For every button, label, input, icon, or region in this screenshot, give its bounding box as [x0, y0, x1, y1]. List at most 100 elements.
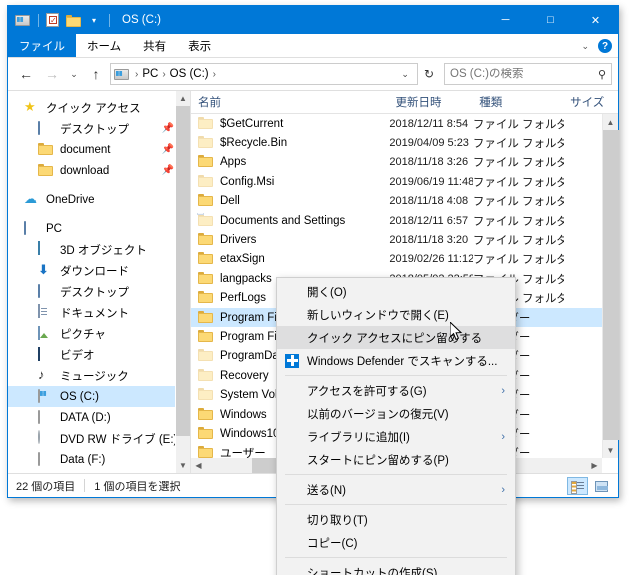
breadcrumb-bar[interactable]: › PC › OS (C:) › ⌄	[110, 63, 418, 85]
file-name-cell[interactable]: etaxSign	[191, 251, 389, 267]
sidebar-item-desktop-qa[interactable]: デスクトップ 📌	[8, 118, 190, 139]
tab-view[interactable]: 表示	[177, 34, 222, 57]
sidebar-item-music[interactable]: ♪ ミュージック	[8, 365, 190, 386]
menu-item[interactable]: クイック アクセスにピン留めする	[277, 326, 515, 349]
maximize-button[interactable]: □	[528, 6, 573, 34]
nav-scroll-down-icon[interactable]: ▼	[176, 458, 190, 473]
cloud-icon: ☁	[24, 190, 37, 206]
sidebar-item-pc[interactable]: PC	[8, 218, 190, 239]
sidebar-item-downloads[interactable]: ⬇ ダウンロード	[8, 260, 190, 281]
sidebar-item-3d-objects[interactable]: 3D オブジェクト	[8, 239, 190, 260]
file-name-cell[interactable]: Config.Msi	[191, 174, 389, 190]
sidebar-item-documents[interactable]: ドキュメント	[8, 302, 190, 323]
sidebar-item-os-c[interactable]: OS (C:)	[8, 386, 190, 407]
sidebar-item-data-d[interactable]: DATA (D:)	[8, 407, 190, 428]
menu-item[interactable]: 開く(O)	[277, 280, 515, 303]
new-folder-icon[interactable]	[66, 12, 82, 28]
back-button[interactable]: ←	[14, 62, 38, 86]
tab-home[interactable]: ホーム	[76, 34, 132, 57]
sidebar-item-data-f[interactable]: Data (F:)	[8, 449, 190, 470]
menu-item[interactable]: 新しいウィンドウで開く(E)	[277, 303, 515, 326]
file-name-cell[interactable]: Apps	[191, 154, 389, 170]
search-box[interactable]: ⚲	[444, 63, 612, 85]
minimize-button[interactable]: ─	[483, 6, 528, 34]
file-name-cell[interactable]: Dell	[191, 193, 389, 209]
sidebar-item-videos[interactable]: ビデオ	[8, 344, 190, 365]
menu-item[interactable]: ライブラリに追加(I) ›	[277, 425, 515, 448]
sidebar-item-onedrive[interactable]: ☁ OneDrive	[8, 189, 190, 210]
search-icon[interactable]: ⚲	[598, 68, 606, 81]
sidebar-item-dvd-e[interactable]: DVD RW ドライブ (E:)	[8, 428, 190, 449]
details-view-button[interactable]	[567, 477, 588, 495]
close-button[interactable]: ✕	[573, 6, 618, 34]
sidebar-item-desktop[interactable]: デスクトップ	[8, 281, 190, 302]
file-type-cell: ファイル フォルダー	[472, 235, 564, 248]
tab-file[interactable]: ファイル	[8, 34, 76, 57]
menu-item[interactable]: スタートにピン留めする(P)	[277, 448, 515, 471]
sidebar-item-quick-access[interactable]: ★ クイック アクセス	[8, 97, 190, 118]
nav-scroll-up-icon[interactable]: ▲	[176, 91, 190, 106]
tab-share[interactable]: 共有	[132, 34, 177, 57]
pin-icon[interactable]: 📌	[162, 144, 174, 155]
table-row[interactable]: Apps 2018/11/18 3:26ファイル フォルダー	[191, 153, 618, 172]
file-name-cell[interactable]: Documents and Settings	[191, 212, 389, 229]
pin-icon[interactable]: 📌	[162, 165, 174, 176]
nav-scroll-thumb[interactable]	[176, 106, 190, 436]
table-row[interactable]: Drivers 2018/11/18 3:20ファイル フォルダー	[191, 230, 618, 249]
sidebar-item-download[interactable]: download 📌	[8, 160, 190, 181]
file-vertical-scrollbar[interactable]: ▲ ▼	[602, 114, 619, 458]
column-header-name[interactable]: 名前	[191, 94, 388, 110]
properties-icon[interactable]: ✓	[46, 12, 62, 28]
sidebar-item-document[interactable]: document 📌	[8, 139, 190, 160]
quick-access-toolbar[interactable]: ✓ ▾ OS (C:)	[8, 12, 161, 28]
customize-chevron-icon[interactable]: ▾	[86, 12, 102, 28]
menu-item[interactable]: Windows Defender でスキャンする...	[277, 349, 515, 372]
menu-item[interactable]: ショートカットの作成(S)	[277, 561, 515, 575]
menu-item-label: コピー(C)	[307, 537, 358, 550]
menu-item[interactable]: 送る(N) ›	[277, 478, 515, 501]
column-header-date[interactable]: 更新日時	[388, 94, 472, 110]
file-name-cell[interactable]: Drivers	[191, 232, 389, 248]
column-header-size[interactable]: サイズ	[563, 94, 618, 110]
scroll-down-icon[interactable]: ▼	[603, 442, 618, 458]
pin-icon[interactable]: 📌	[162, 123, 174, 134]
vertical-scroll-track[interactable]	[603, 130, 619, 442]
menu-item[interactable]: コピー(C)	[277, 531, 515, 554]
file-name-cell[interactable]: $GetCurrent	[191, 116, 389, 132]
scroll-left-icon[interactable]: ◀	[191, 461, 206, 470]
refresh-button[interactable]: ↻	[420, 67, 438, 81]
file-name-label: Documents and Settings	[220, 214, 346, 227]
large-icons-view-button[interactable]	[591, 477, 612, 495]
drive-icon[interactable]	[15, 12, 31, 28]
menu-item-label: 以前のバージョンの復元(V)	[307, 408, 449, 421]
vertical-scroll-thumb[interactable]	[603, 130, 619, 440]
recent-locations-button[interactable]: ⌄	[66, 62, 82, 86]
sidebar-item-pictures[interactable]: ピクチャ	[8, 323, 190, 344]
forward-button[interactable]: →	[40, 62, 64, 86]
sidebar-item-label: ダウンロード	[60, 265, 129, 278]
column-header-type[interactable]: 種類	[472, 94, 563, 110]
table-row[interactable]: Documents and Settings 2018/12/11 6:57 ファイ…	[191, 211, 618, 230]
folder-icon	[198, 407, 214, 423]
nav-scrollbar[interactable]: ▲ ▼	[175, 91, 190, 473]
file-name-cell[interactable]: $Recycle.Bin	[191, 135, 389, 151]
expand-ribbon-icon[interactable]: ⌄	[581, 41, 589, 52]
menu-item[interactable]: アクセスを許可する(G) ›	[277, 379, 515, 402]
table-row[interactable]: Dell 2018/11/18 4:08ファイル フォルダー	[191, 192, 618, 211]
up-button[interactable]: ↑	[84, 62, 108, 86]
scroll-right-icon[interactable]: ▶	[587, 461, 602, 470]
search-input[interactable]	[450, 68, 598, 80]
scroll-up-icon[interactable]: ▲	[603, 114, 618, 130]
breadcrumb-pc[interactable]: PC	[140, 68, 160, 80]
breadcrumb-os-c[interactable]: OS (C:)	[168, 68, 211, 80]
nav-scroll-track[interactable]	[176, 106, 190, 458]
breadcrumb-dropdown-icon[interactable]: ⌄	[396, 69, 414, 80]
table-row[interactable]: $Recycle.Bin 2019/04/09 5:23ファイル フォルダー	[191, 133, 618, 152]
menu-item[interactable]: 切り取り(T)	[277, 508, 515, 531]
table-row[interactable]: $GetCurrent 2018/12/11 8:54ファイル フォルダー	[191, 114, 618, 133]
table-row[interactable]: etaxSign 2019/02/26 11:12ファイル フォルダー	[191, 250, 618, 269]
help-icon[interactable]: ?	[598, 39, 612, 53]
table-row[interactable]: Config.Msi 2019/06/19 11:48ファイル フォルダー	[191, 172, 618, 191]
folder-icon	[198, 271, 214, 287]
menu-item[interactable]: 以前のバージョンの復元(V)	[277, 402, 515, 425]
